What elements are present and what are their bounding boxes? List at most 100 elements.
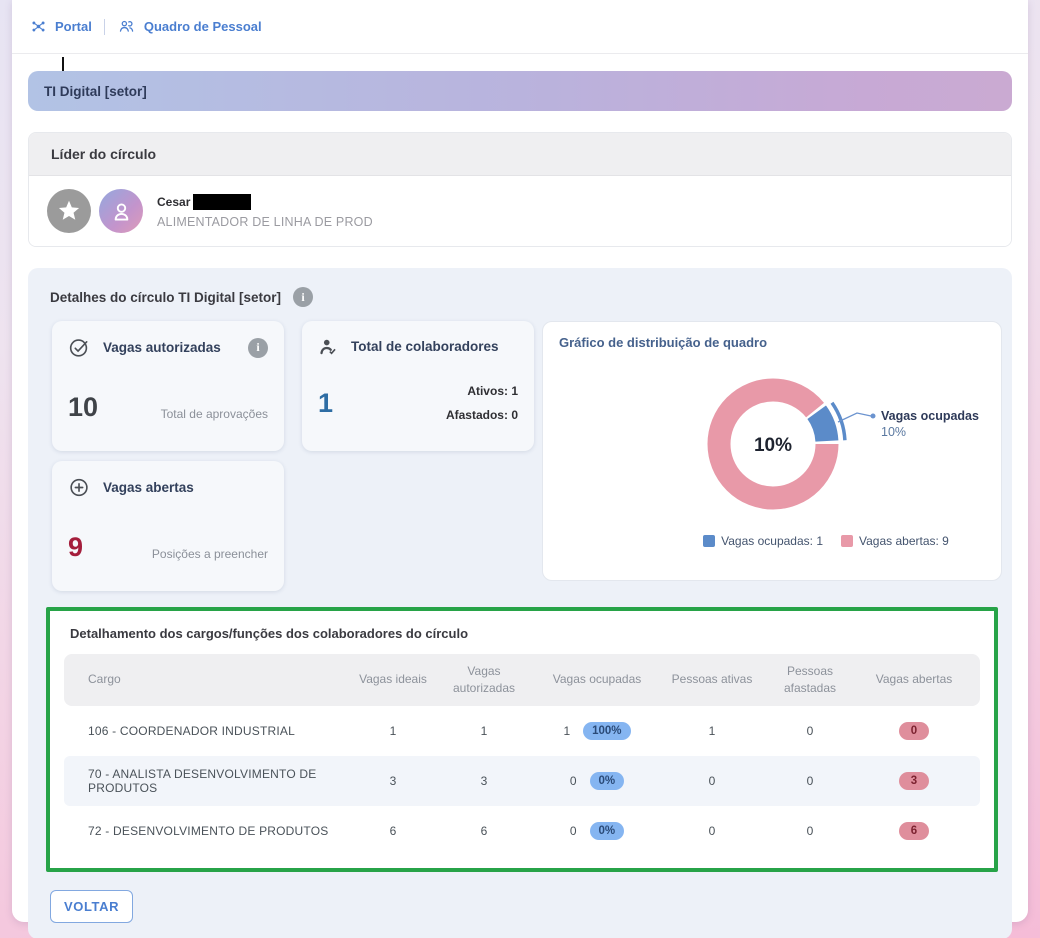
- open-vacancies-badge: 6: [899, 822, 929, 840]
- info-icon[interactable]: i: [248, 338, 268, 358]
- nav-portal[interactable]: Portal: [30, 18, 92, 35]
- col-header-vagas-ideais: Vagas ideais: [350, 671, 436, 688]
- callout-value: 10%: [881, 425, 906, 439]
- text-cursor-artifact: [62, 57, 64, 71]
- page-background: Portal Quadro de Pessoal TI Digital [set…: [0, 0, 1040, 938]
- cell-vagas-autorizadas: 6: [436, 824, 532, 838]
- card-total-colaboradores: Total de colaboradores 1 Ativos: 1 Afast…: [302, 321, 534, 451]
- nav-separator: [104, 19, 105, 35]
- star-icon: [56, 198, 82, 224]
- collaborators-breakdown: Ativos: 1 Afastados: 0: [446, 379, 518, 427]
- leader-info: Cesar ALIMENTADOR DE LINHA DE PROD: [157, 194, 373, 229]
- leader-role: ALIMENTADOR DE LINHA DE PROD: [157, 215, 373, 229]
- cell-pessoas-afastadas: 0: [762, 724, 858, 738]
- cell-pessoas-ativas: 0: [662, 824, 762, 838]
- occupancy-badge: 0%: [590, 772, 625, 790]
- legend-label: Vagas abertas: 9: [859, 534, 949, 548]
- cell-pessoas-ativas: 1: [662, 724, 762, 738]
- top-nav: Portal Quadro de Pessoal: [12, 0, 1028, 54]
- cell-cargo: 106 - COORDENADOR INDUSTRIAL: [74, 724, 350, 738]
- cell-pessoas-afastadas: 0: [762, 824, 858, 838]
- cell-cargo: 72 - DESENVOLVIMENTO DE PRODUTOS: [74, 824, 350, 838]
- plus-circle-icon: [68, 476, 91, 499]
- info-icon[interactable]: i: [293, 287, 313, 307]
- details-header: Detalhes do círculo TI Digital [setor] i: [28, 268, 1012, 321]
- legend-item-ocupadas[interactable]: Vagas ocupadas: 1: [703, 534, 823, 548]
- table-row: 72 - DESENVOLVIMENTO DE PRODUTOS6600%006: [64, 806, 980, 856]
- table-row: 106 - COORDENADOR INDUSTRIAL111100%100: [64, 706, 980, 756]
- cell-vagas-ideais: 3: [350, 774, 436, 788]
- col-header-vagas-ocupadas: Vagas ocupadas: [532, 671, 662, 688]
- cell-vagas-abertas: 6: [858, 822, 970, 840]
- leader-row: Cesar ALIMENTADOR DE LINHA DE PROD: [29, 176, 1011, 246]
- open-vacancies-badge: 0: [899, 722, 929, 740]
- table-header-row: Cargo Vagas ideais Vagas autorizadas Vag…: [64, 654, 980, 706]
- col-header-cargo: Cargo: [74, 671, 350, 688]
- nav-quadro-label: Quadro de Pessoal: [144, 19, 262, 34]
- stat-cards-area: Vagas autorizadas i 10 Total de aprovaçõ…: [40, 321, 1000, 593]
- legend-swatch-blue: [703, 535, 715, 547]
- table-body: 106 - COORDENADOR INDUSTRIAL111100%10070…: [64, 706, 980, 856]
- legend-item-abertas[interactable]: Vagas abertas: 9: [841, 534, 949, 548]
- card-caption: Total de aprovações: [161, 407, 268, 421]
- cell-vagas-abertas: 0: [858, 722, 970, 740]
- authorized-count: 10: [68, 394, 98, 421]
- occupied-count: 1: [563, 724, 570, 738]
- sector-banner-title: TI Digital [setor]: [44, 84, 147, 99]
- donut-center-label: 10%: [754, 435, 792, 456]
- sector-banner: TI Digital [setor]: [28, 71, 1012, 111]
- cell-vagas-autorizadas: 3: [436, 774, 532, 788]
- voltar-button[interactable]: VOLTAR: [50, 890, 133, 923]
- highlight-box: Detalhamento dos cargos/funções dos cola…: [46, 607, 998, 872]
- ativos-count: Ativos: 1: [446, 379, 518, 403]
- distribution-chart-card: Gráfico de distribuição de quadro 10% Va…: [542, 321, 1002, 581]
- open-vacancies-badge: 3: [899, 772, 929, 790]
- leader-section: Líder do círculo Cesar: [28, 132, 1012, 247]
- col-header-vagas-abertas: Vagas abertas: [858, 671, 970, 688]
- leader-name: Cesar: [157, 194, 373, 210]
- check-circle-icon: [68, 336, 91, 359]
- chart-title: Gráfico de distribuição de quadro: [559, 335, 985, 350]
- table-title: Detalhamento dos cargos/funções dos cola…: [64, 621, 980, 654]
- leader-star-badge: [47, 189, 91, 233]
- occupied-wrap: 1100%: [532, 722, 662, 740]
- occupied-wrap: 0 0%: [532, 822, 662, 840]
- card-caption: Posições a preencher: [152, 547, 268, 561]
- occupied-count: 0: [570, 774, 577, 788]
- portal-icon: [30, 18, 47, 35]
- main-card: Portal Quadro de Pessoal TI Digital [set…: [12, 0, 1028, 922]
- card-title: Vagas abertas: [103, 480, 268, 495]
- collaborators-count: 1: [318, 390, 333, 417]
- col-header-vagas-autorizadas: Vagas autorizadas: [436, 663, 532, 698]
- cell-vagas-abertas: 3: [858, 772, 970, 790]
- leader-name-text: Cesar: [157, 195, 190, 209]
- cell-vagas-ocupadas: 0 0%: [532, 822, 662, 840]
- nav-portal-label: Portal: [55, 19, 92, 34]
- card-title: Total de colaboradores: [351, 339, 518, 354]
- details-panel: Detalhes do círculo TI Digital [setor] i…: [28, 268, 1012, 938]
- donut-chart: 10% Vagas ocupadas 10%: [559, 350, 987, 528]
- chart-legend: Vagas ocupadas: 1 Vagas abertas: 9: [559, 534, 985, 548]
- callout-title: Vagas ocupadas: [881, 409, 979, 423]
- afastados-count: Afastados: 0: [446, 403, 518, 427]
- occupancy-badge: 0%: [590, 822, 625, 840]
- callout-dot: [871, 414, 876, 419]
- nav-quadro-de-pessoal[interactable]: Quadro de Pessoal: [117, 18, 262, 35]
- cell-vagas-ideais: 6: [350, 824, 436, 838]
- redaction-box: [193, 194, 251, 210]
- legend-label: Vagas ocupadas: 1: [721, 534, 823, 548]
- occupied-wrap: 0 0%: [532, 772, 662, 790]
- people-icon: [117, 18, 136, 35]
- col-header-pessoas-afastadas: Pessoas afastadas: [762, 663, 858, 698]
- person-check-icon: [318, 336, 339, 357]
- legend-swatch-pink: [841, 535, 853, 547]
- details-title: Detalhes do círculo TI Digital [setor]: [50, 290, 281, 305]
- cell-vagas-ocupadas: 0 0%: [532, 772, 662, 790]
- col-header-pessoas-ativas: Pessoas ativas: [662, 671, 762, 688]
- leader-avatar: [99, 189, 143, 233]
- leader-section-header: Líder do círculo: [29, 133, 1011, 176]
- open-count: 9: [68, 534, 83, 561]
- occupied-count: 0: [570, 824, 577, 838]
- table-row: 70 - ANALISTA DESENVOLVIMENTO DE PRODUTO…: [64, 756, 980, 806]
- cell-vagas-ocupadas: 1100%: [532, 722, 662, 740]
